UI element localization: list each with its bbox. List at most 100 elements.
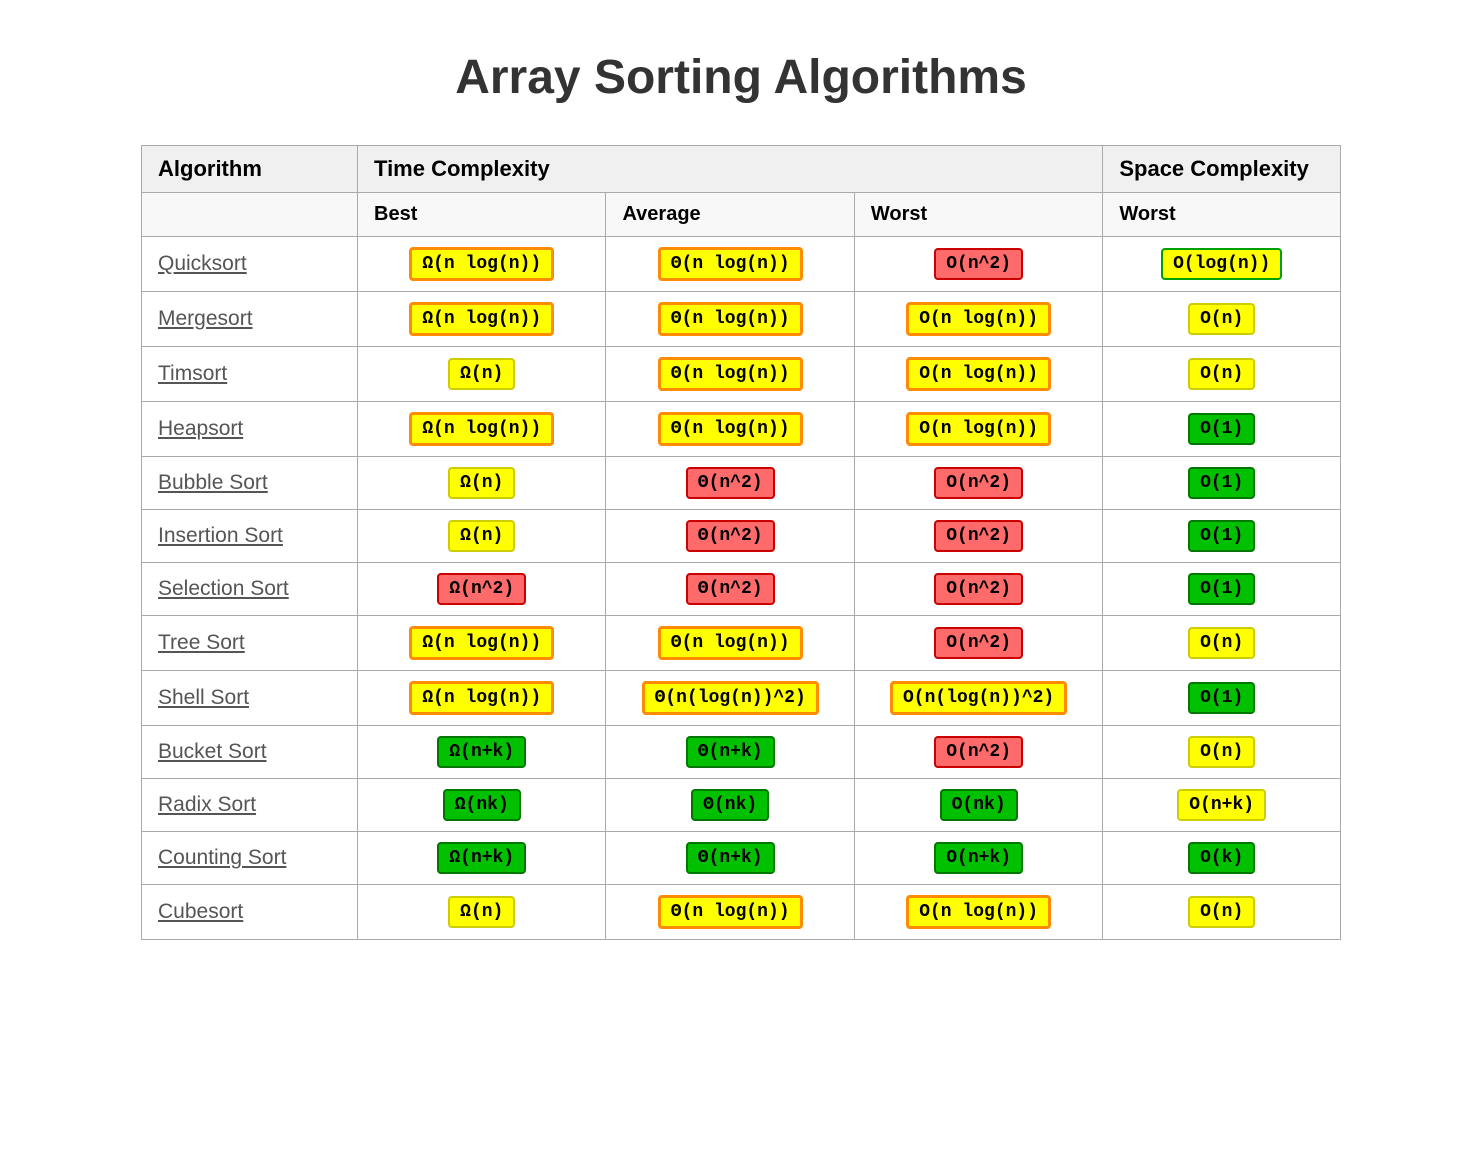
- complexity-badge: Θ(n^2): [686, 520, 775, 552]
- table-row: Selection Sort Ω(n^2) Θ(n^2) O(n^2) O(1): [142, 563, 1341, 616]
- space-cell: O(1): [1103, 671, 1341, 726]
- complexity-badge: Ω(n log(n)): [409, 681, 554, 715]
- algorithm-header: Algorithm: [142, 146, 358, 193]
- complexity-badge: Ω(n+k): [437, 842, 526, 874]
- table-row: Quicksort Ω(n log(n)) Θ(n log(n)) O(n^2) O(l…: [142, 237, 1341, 292]
- best-cell: Ω(n+k): [358, 726, 606, 779]
- algo-link[interactable]: Bucket Sort: [158, 740, 267, 763]
- space-cell: O(n): [1103, 347, 1341, 402]
- algo-link[interactable]: Heapsort: [158, 417, 243, 440]
- average-cell: Θ(n^2): [606, 510, 854, 563]
- complexity-badge: Θ(n+k): [686, 736, 775, 768]
- algo-link[interactable]: Mergesort: [158, 307, 253, 330]
- space-cell: O(1): [1103, 457, 1341, 510]
- complexity-badge: O(n(log(n))^2): [890, 681, 1067, 715]
- complexity-badge: O(1): [1188, 573, 1255, 605]
- best-cell: Ω(n): [358, 347, 606, 402]
- average-cell: Θ(n log(n)): [606, 885, 854, 940]
- page-wrapper: Array Sorting Algorithms Algorithm Time …: [141, 30, 1341, 1126]
- algo-name-cell: Cubesort: [142, 885, 358, 940]
- algo-link[interactable]: Quicksort: [158, 252, 247, 275]
- algo-link[interactable]: Cubesort: [158, 900, 243, 923]
- complexity-badge: Ω(n): [448, 896, 515, 928]
- average-cell: Θ(n log(n)): [606, 347, 854, 402]
- worst-cell: O(n^2): [854, 237, 1102, 292]
- complexity-badge: O(1): [1188, 467, 1255, 499]
- algo-link[interactable]: Counting Sort: [158, 846, 286, 869]
- algo-link[interactable]: Tree Sort: [158, 631, 245, 654]
- complexity-badge: Ω(n log(n)): [409, 302, 554, 336]
- worst-time-header: Worst: [854, 193, 1102, 237]
- average-cell: Θ(n(log(n))^2): [606, 671, 854, 726]
- algo-name-cell: Counting Sort: [142, 832, 358, 885]
- complexity-badge: Θ(n log(n)): [658, 302, 803, 336]
- complexity-badge: O(1): [1188, 413, 1255, 445]
- complexity-badge: Ω(nk): [443, 789, 521, 821]
- page-title: Array Sorting Algorithms: [141, 50, 1341, 105]
- complexity-badge: Θ(n log(n)): [658, 247, 803, 281]
- average-cell: Θ(n log(n)): [606, 237, 854, 292]
- space-cell: O(n+k): [1103, 779, 1341, 832]
- complexity-badge: O(n^2): [934, 248, 1023, 280]
- algo-link[interactable]: Insertion Sort: [158, 524, 283, 547]
- complexity-badge: Ω(n log(n)): [409, 412, 554, 446]
- complexity-badge: Θ(n^2): [686, 573, 775, 605]
- complexity-badge: Ω(n): [448, 358, 515, 390]
- space-cell: O(n): [1103, 885, 1341, 940]
- algo-name-cell: Insertion Sort: [142, 510, 358, 563]
- complexity-badge: O(n^2): [934, 736, 1023, 768]
- best-cell: Ω(n log(n)): [358, 292, 606, 347]
- complexity-badge: O(n log(n)): [906, 357, 1051, 391]
- best-cell: Ω(n log(n)): [358, 402, 606, 457]
- algo-link[interactable]: Shell Sort: [158, 686, 249, 709]
- complexity-badge: O(log(n)): [1161, 248, 1282, 280]
- complexity-badge: O(n^2): [934, 467, 1023, 499]
- table-row: Bubble Sort Ω(n) Θ(n^2) O(n^2) O(1): [142, 457, 1341, 510]
- complexity-badge: O(n): [1188, 896, 1255, 928]
- algo-link[interactable]: Bubble Sort: [158, 471, 268, 494]
- time-complexity-header: Time Complexity: [358, 146, 1103, 193]
- average-cell: Θ(n log(n)): [606, 292, 854, 347]
- complexity-badge: Θ(n(log(n))^2): [642, 681, 819, 715]
- complexity-badge: O(n): [1188, 736, 1255, 768]
- algo-name-cell: Radix Sort: [142, 779, 358, 832]
- worst-cell: O(n(log(n))^2): [854, 671, 1102, 726]
- best-cell: Ω(n+k): [358, 832, 606, 885]
- best-cell: Ω(n): [358, 457, 606, 510]
- best-cell: Ω(n log(n)): [358, 237, 606, 292]
- algo-sub-header: [142, 193, 358, 237]
- space-cell: O(k): [1103, 832, 1341, 885]
- complexity-badge: Θ(n log(n)): [658, 895, 803, 929]
- complexity-badge: O(n^2): [934, 573, 1023, 605]
- worst-cell: O(n^2): [854, 510, 1102, 563]
- worst-cell: O(n+k): [854, 832, 1102, 885]
- algo-name-cell: Selection Sort: [142, 563, 358, 616]
- complexity-badge: Θ(n log(n)): [658, 626, 803, 660]
- best-cell: Ω(n log(n)): [358, 616, 606, 671]
- header-group-row: Algorithm Time Complexity Space Complexi…: [142, 146, 1341, 193]
- table-row: CubesortΩ(n)Θ(n log(n))O(n log(n))O(n): [142, 885, 1341, 940]
- complexity-badge: O(nk): [940, 789, 1018, 821]
- complexity-badge: Ω(n): [448, 467, 515, 499]
- complexity-badge: O(n^2): [934, 520, 1023, 552]
- complexity-badge: Ω(n+k): [437, 736, 526, 768]
- space-cell: O(log(n)): [1103, 237, 1341, 292]
- complexity-badge: Ω(n^2): [437, 573, 526, 605]
- space-cell: O(n): [1103, 292, 1341, 347]
- space-cell: O(1): [1103, 563, 1341, 616]
- complexity-badge: Θ(nk): [691, 789, 769, 821]
- average-cell: Θ(n^2): [606, 457, 854, 510]
- table-row: MergesortΩ(n log(n))Θ(n log(n))O(n log(n…: [142, 292, 1341, 347]
- algo-link[interactable]: Timsort: [158, 362, 227, 385]
- algo-link[interactable]: Selection Sort: [158, 577, 289, 600]
- best-cell: Ω(nk): [358, 779, 606, 832]
- average-cell: Θ(n+k): [606, 832, 854, 885]
- worst-cell: O(n log(n)): [854, 347, 1102, 402]
- algo-link[interactable]: Radix Sort: [158, 793, 256, 816]
- worst-cell: O(n^2): [854, 616, 1102, 671]
- best-header: Best: [358, 193, 606, 237]
- algo-name-cell: Bucket Sort: [142, 726, 358, 779]
- worst-cell: O(n^2): [854, 457, 1102, 510]
- complexity-badge: Ω(n log(n)): [409, 247, 554, 281]
- average-cell: Θ(n^2): [606, 563, 854, 616]
